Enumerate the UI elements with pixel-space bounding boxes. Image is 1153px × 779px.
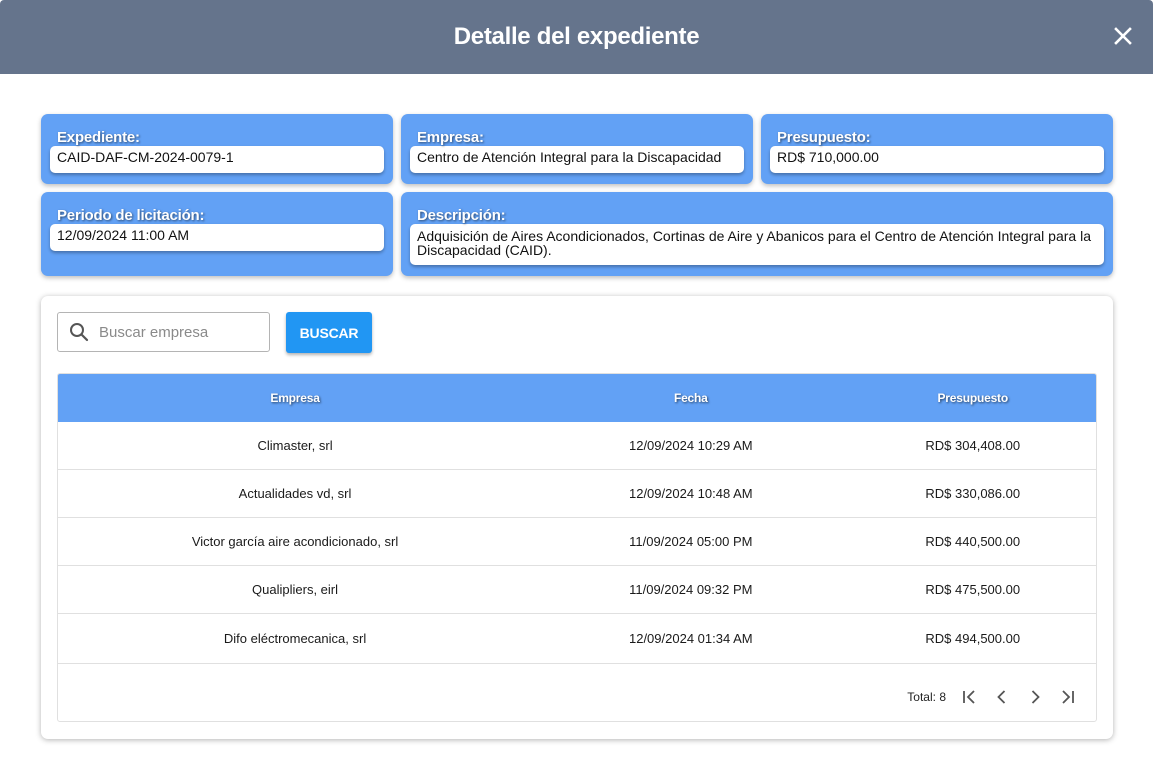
table-row[interactable]: Victor garcía aire acondicionado, srl 11… (58, 518, 1096, 566)
table-row[interactable]: Actualidades vd, srl 12/09/2024 10:48 AM… (58, 470, 1096, 518)
descripcion-value: Adquisición de Aires Acondicionados, Cor… (410, 224, 1104, 265)
cell-presupuesto: RD$ 304,408.00 (925, 438, 1021, 453)
cell-empresa: Victor garcía aire acondicionado, srl (191, 534, 399, 549)
periodo-card: Periodo de licitación: 12/09/2024 11:00 … (41, 192, 393, 276)
search-input[interactable] (99, 323, 259, 341)
cell-presupuesto: RD$ 475,500.00 (925, 582, 1021, 597)
search-icon (70, 323, 89, 342)
previous-page-icon (996, 690, 1005, 704)
cell-empresa: Difo eléctromecanica, srl (223, 631, 367, 646)
dialog-title: Detalle del expediente (453, 23, 700, 50)
first-page-button[interactable] (952, 682, 985, 712)
search-field[interactable] (57, 312, 270, 352)
column-header-empresa[interactable]: Empresa (58, 391, 532, 405)
results-table: Empresa Fecha Presupuesto Climaster, srl… (57, 373, 1097, 722)
results-panel: BUSCAR Empresa Fecha Presupuesto Climast… (41, 296, 1113, 739)
column-header-fecha[interactable]: Fecha (532, 391, 849, 405)
empresa-card: Empresa: Centro de Atención Integral par… (401, 114, 753, 184)
cell-presupuesto: RD$ 494,500.00 (925, 631, 1021, 646)
cell-presupuesto: RD$ 330,086.00 (925, 486, 1021, 501)
cell-fecha: 11/09/2024 05:00 PM (629, 534, 753, 549)
cell-fecha: 12/09/2024 10:48 AM (628, 486, 753, 501)
empresa-label: Empresa: (417, 129, 484, 146)
expediente-dialog: Detalle del expediente Expediente: CAID-… (0, 0, 1153, 779)
expediente-value: CAID-DAF-CM-2024-0079-1 (50, 146, 384, 173)
descripcion-card: Descripción: Adquisición de Aires Acondi… (401, 192, 1113, 276)
expediente-label: Expediente: (57, 129, 140, 146)
table-pagination: Total: 8 (58, 672, 1096, 721)
dialog-header: Detalle del expediente (0, 0, 1153, 74)
buscar-button[interactable]: BUSCAR (286, 312, 372, 353)
next-page-icon (1031, 690, 1040, 704)
cell-empresa: Qualipliers, eirl (252, 582, 339, 597)
table-row[interactable]: Climaster, srl 12/09/2024 10:29 AM RD$ 3… (58, 422, 1096, 470)
table-header: Empresa Fecha Presupuesto (58, 374, 1096, 422)
total-count: Total: 8 (907, 690, 946, 704)
descripcion-label: Descripción: (417, 207, 506, 224)
table-row[interactable]: Qualipliers, eirl 11/09/2024 09:32 PM RD… (58, 566, 1096, 614)
last-page-icon (1061, 690, 1074, 704)
empresa-value: Centro de Atención Integral para la Disc… (410, 146, 744, 173)
expediente-card: Expediente: CAID-DAF-CM-2024-0079-1 (41, 114, 393, 184)
presupuesto-card: Presupuesto: RD$ 710,000.00 (761, 114, 1113, 184)
cell-empresa: Actualidades vd, srl (238, 486, 352, 501)
first-page-icon (962, 690, 975, 704)
presupuesto-label: Presupuesto: (777, 129, 871, 146)
close-icon (1114, 27, 1132, 45)
next-page-button[interactable] (1018, 682, 1051, 712)
presupuesto-value: RD$ 710,000.00 (770, 146, 1104, 173)
previous-page-button[interactable] (985, 682, 1018, 712)
cell-presupuesto: RD$ 440,500.00 (925, 534, 1021, 549)
cell-fecha: 12/09/2024 10:29 AM (628, 438, 753, 453)
column-header-presupuesto[interactable]: Presupuesto (849, 391, 1096, 405)
periodo-value: 12/09/2024 11:00 AM (50, 224, 384, 251)
close-button[interactable] (1111, 22, 1135, 50)
cell-fecha: 11/09/2024 09:32 PM (629, 582, 753, 597)
last-page-button[interactable] (1051, 682, 1084, 712)
cell-empresa: Climaster, srl (257, 438, 333, 453)
periodo-label: Periodo de licitación: (57, 207, 205, 224)
table-row[interactable]: Difo eléctromecanica, srl 12/09/2024 01:… (58, 614, 1096, 664)
cell-fecha: 12/09/2024 01:34 AM (628, 631, 753, 646)
